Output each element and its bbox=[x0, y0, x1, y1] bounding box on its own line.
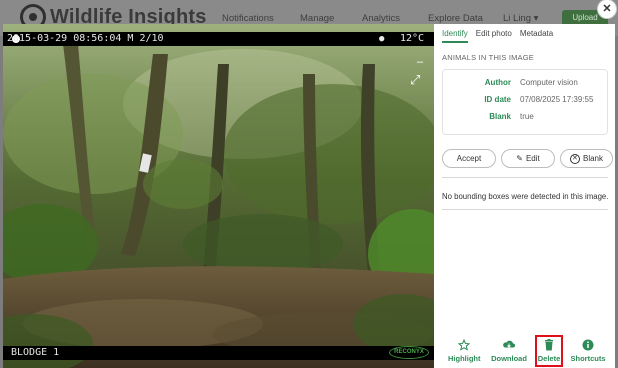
info-icon bbox=[569, 338, 607, 351]
no-bounding-box-message: No bounding boxes were detected in this … bbox=[442, 192, 609, 201]
pencil-icon: ✎ bbox=[516, 154, 523, 163]
image-modal: 2015-03-29 08:56:04 M 2/10 ● 12°C – ⤢ BL… bbox=[3, 24, 615, 368]
star-icon bbox=[448, 338, 480, 351]
identify-panel: Identify Edit photo Metadata ANIMALS IN … bbox=[434, 24, 615, 368]
edit-button-label: Edit bbox=[525, 154, 540, 163]
accept-button-label: Accept bbox=[456, 154, 482, 163]
delete-highlight-box bbox=[535, 335, 563, 367]
blank-button[interactable]: ✕ Blank bbox=[560, 149, 613, 168]
download-button[interactable]: Download bbox=[491, 338, 527, 363]
identification-card: Author Computer vision ID date 07/08/202… bbox=[442, 69, 608, 135]
section-title: ANIMALS IN THIS IMAGE bbox=[442, 53, 534, 62]
detail-value: Computer vision bbox=[520, 78, 578, 87]
camera-timestamp: 2015-03-29 08:56:04 M 2/10 bbox=[7, 33, 164, 44]
detail-key: ID date bbox=[484, 95, 511, 104]
fullscreen-icon[interactable]: ⤢ bbox=[410, 72, 420, 88]
nav-manage[interactable]: Manage bbox=[300, 13, 334, 24]
nav-notifications[interactable]: Notifications bbox=[222, 13, 274, 24]
nav-explore-data[interactable]: Explore Data bbox=[428, 13, 483, 24]
download-label: Download bbox=[491, 354, 527, 363]
detail-key: Blank bbox=[489, 112, 511, 121]
camera-trap-photo[interactable]: 2015-03-29 08:56:04 M 2/10 ● 12°C – ⤢ BL… bbox=[3, 24, 434, 368]
camera-info-strip: 2015-03-29 08:56:04 M 2/10 ● 12°C bbox=[3, 32, 434, 46]
detail-key: Author bbox=[484, 78, 511, 87]
forest-scene bbox=[3, 24, 434, 368]
blank-button-label: Blank bbox=[582, 154, 603, 163]
tab-edit-photo[interactable]: Edit photo bbox=[476, 29, 512, 43]
blank-circle-x-icon: ✕ bbox=[569, 153, 580, 164]
camera-temperature: 12°C bbox=[400, 33, 425, 44]
camera-location-label: BLODGE 1 bbox=[11, 347, 60, 358]
panel-footer-actions: Highlight Download Delete Shortcuts bbox=[434, 334, 615, 368]
detail-value: 07/08/2025 17:39:55 bbox=[520, 95, 594, 104]
panel-tabs: Identify Edit photo Metadata bbox=[442, 29, 553, 43]
close-modal-icon[interactable]: ✕ bbox=[597, 0, 617, 19]
zoom-out-icon[interactable]: – bbox=[417, 56, 423, 68]
edit-button[interactable]: ✎ Edit bbox=[501, 149, 555, 168]
accept-button[interactable]: Accept bbox=[442, 149, 496, 168]
camera-brand-logo: RECONYX bbox=[389, 346, 429, 359]
divider bbox=[442, 177, 608, 178]
detail-value: true bbox=[520, 112, 534, 121]
moon-phase-icon: ● bbox=[379, 34, 385, 44]
cloud-download-icon bbox=[491, 338, 527, 351]
shortcuts-button[interactable]: Shortcuts bbox=[569, 338, 607, 363]
divider bbox=[442, 209, 608, 210]
shortcuts-label: Shortcuts bbox=[570, 354, 606, 363]
nav-analytics[interactable]: Analytics bbox=[362, 13, 400, 24]
highlight-label: Highlight bbox=[448, 354, 481, 363]
nav-user-menu[interactable]: Li Ling ▾ bbox=[503, 13, 538, 24]
highlight-button[interactable]: Highlight bbox=[448, 338, 481, 363]
camera-footer-strip: BLODGE 1 RECONYX bbox=[3, 346, 434, 360]
tab-metadata[interactable]: Metadata bbox=[520, 29, 553, 43]
identification-actions: Accept ✎ Edit ✕ Blank bbox=[442, 149, 613, 168]
tab-identify[interactable]: Identify bbox=[442, 29, 468, 43]
